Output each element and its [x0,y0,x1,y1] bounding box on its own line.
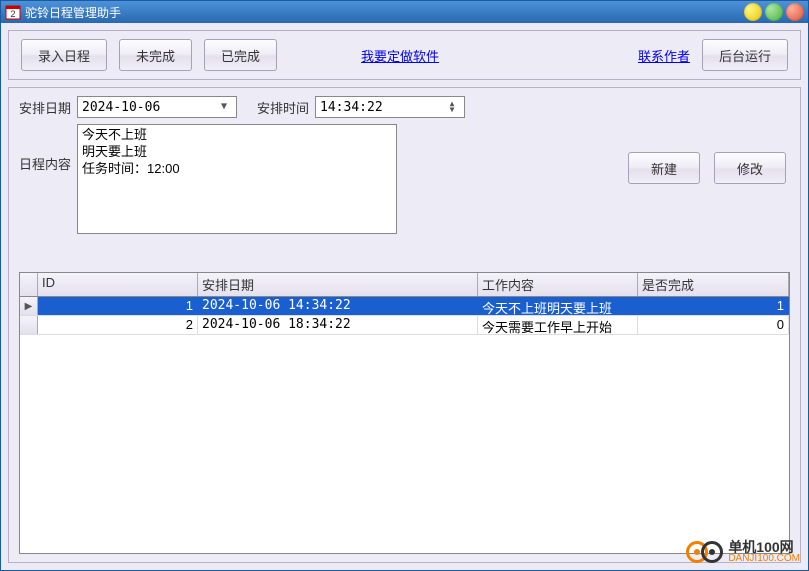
cell-work: 今天不上班明天要上班 [478,297,638,315]
grid-col-date[interactable]: 安排日期 [198,273,478,296]
edit-button[interactable]: 修改 [714,152,786,184]
cell-id: 2 [38,316,198,334]
time-value: 14:34:22 [320,100,383,115]
complete-button[interactable]: 已完成 [204,39,277,71]
table-row[interactable]: ▶12024-10-06 14:34:22今天不上班明天要上班1 [20,297,789,316]
logo-text-cn: 单机100网 [728,540,800,554]
schedule-grid[interactable]: ID 安排日期 工作内容 是否完成 ▶12024-10-06 14:34:22今… [19,272,790,554]
contact-author-link[interactable]: 联系作者 [638,46,690,65]
maximize-button[interactable] [765,3,783,21]
row-marker: ▶ [20,297,38,315]
logo-icon [701,541,723,563]
background-run-button[interactable]: 后台运行 [702,39,788,71]
date-value: 2024-10-06 [82,100,160,115]
logo-text-en: DANJI100.COM [728,554,800,564]
cell-id: 1 [38,297,198,315]
footer-logo: 单机100网 DANJI100.COM [686,540,800,564]
main-panel: 安排日期 2024-10-06 ▼ 安排时间 14:34:22 ▲▼ 日程内容 … [8,87,801,563]
app-window: 2 驼铃日程管理助手 录入日程 未完成 已完成 我要定做软件 联系作者 后台运行… [0,0,809,571]
grid-header: ID 安排日期 工作内容 是否完成 [20,273,789,297]
row-marker [20,316,38,334]
date-input[interactable]: 2024-10-06 ▼ [77,96,237,118]
enter-schedule-button[interactable]: 录入日程 [21,39,107,71]
app-icon: 2 [5,4,21,20]
table-row[interactable]: 22024-10-06 18:34:22今天需要工作早上开始0 [20,316,789,335]
grid-body: ▶12024-10-06 14:34:22今天不上班明天要上班122024-10… [20,297,789,553]
cell-date: 2024-10-06 14:34:22 [198,297,478,315]
grid-col-work[interactable]: 工作内容 [478,273,638,296]
cell-done: 1 [638,297,789,315]
cell-date: 2024-10-06 18:34:22 [198,316,478,334]
grid-col-id[interactable]: ID [38,273,198,296]
toolbar: 录入日程 未完成 已完成 我要定做软件 联系作者 后台运行 [8,30,801,80]
date-dropdown-icon[interactable]: ▼ [216,104,232,110]
grid-header-marker [20,273,38,296]
time-spinner-icon[interactable]: ▲▼ [444,101,460,113]
grid-col-done[interactable]: 是否完成 [638,273,789,296]
window-title: 驼铃日程管理助手 [25,4,741,21]
date-time-row: 安排日期 2024-10-06 ▼ 安排时间 14:34:22 ▲▼ [19,96,790,118]
content-label: 日程内容 [19,124,71,173]
time-input[interactable]: 14:34:22 ▲▼ [315,96,465,118]
time-label: 安排时间 [257,98,309,117]
svg-text:2: 2 [10,9,15,19]
content-area: 录入日程 未完成 已完成 我要定做软件 联系作者 后台运行 安排日期 2024-… [1,23,808,570]
side-buttons: 新建 修改 [628,124,790,184]
titlebar[interactable]: 2 驼铃日程管理助手 [1,1,808,23]
close-button[interactable] [786,3,804,21]
new-button[interactable]: 新建 [628,152,700,184]
cell-done: 0 [638,316,789,334]
content-row: 日程内容 今天不上班 明天要上班 任务时间：12:00 新建 修改 [19,124,790,234]
custom-software-link[interactable]: 我要定做软件 [361,46,439,65]
incomplete-button[interactable]: 未完成 [119,39,192,71]
date-label: 安排日期 [19,98,71,117]
content-textarea[interactable]: 今天不上班 明天要上班 任务时间：12:00 [77,124,397,234]
minimize-button[interactable] [744,3,762,21]
cell-work: 今天需要工作早上开始 [478,316,638,334]
